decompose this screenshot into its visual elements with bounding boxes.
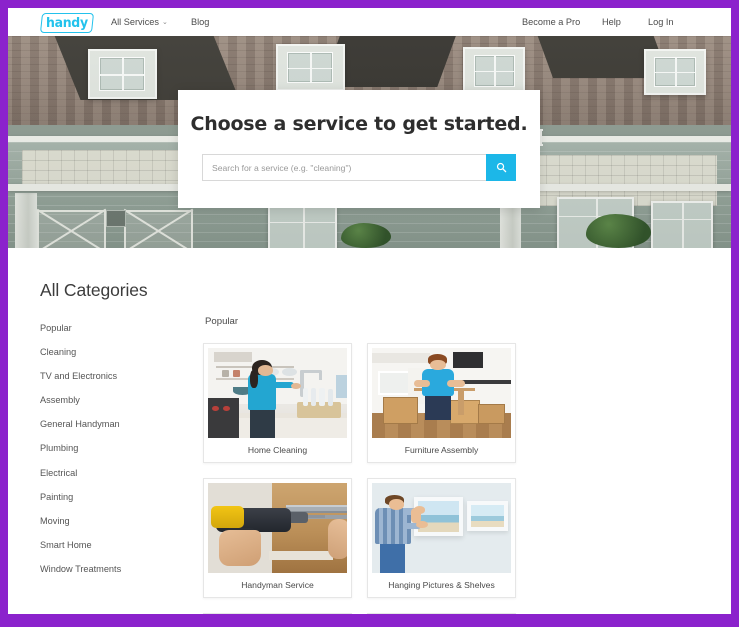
service-card-label: Handyman Service (241, 580, 314, 590)
nav-item-all-services[interactable]: All Services ⌄ (111, 8, 168, 36)
sidebar-item-tv-and-electronics[interactable]: TV and Electronics (40, 364, 190, 388)
hero-title: Choose a service to get started. (190, 113, 528, 135)
service-card-label: Home Cleaning (247, 445, 308, 455)
search-button[interactable] (486, 154, 516, 181)
search-row (202, 154, 516, 181)
sidebar-item-assembly[interactable]: Assembly (40, 388, 190, 412)
sidebar-item-cleaning[interactable]: Cleaning (40, 340, 190, 364)
service-card-hanging-pictures-and-shelves[interactable]: Hanging Pictures & Shelves (367, 478, 516, 598)
chevron-down-icon: ⌄ (162, 19, 168, 26)
all-categories-section: All Categories Popular Cleaning TV and E… (8, 248, 731, 614)
sidebar-item-electrical[interactable]: Electrical (40, 461, 190, 485)
category-sidebar: Popular Cleaning TV and Electronics Asse… (40, 316, 190, 581)
service-card-home-cleaning[interactable]: Home Cleaning (203, 343, 352, 463)
nav-item-blog[interactable]: Blog (191, 8, 209, 36)
handy-logo[interactable]: handy (39, 13, 95, 33)
sidebar-item-popular[interactable]: Popular (40, 316, 190, 340)
sidebar-item-general-handyman[interactable]: General Handyman (40, 412, 190, 436)
logo-text: handy (46, 14, 88, 31)
nav-all-services-label: All Services (111, 17, 159, 27)
service-card-office-cleaning[interactable]: Office Cleaning (203, 613, 352, 614)
page-title: All Categories (40, 280, 148, 300)
service-photo-handyman-service (208, 483, 347, 573)
site-header: handy All Services ⌄ Blog Become a Pro He… (8, 8, 731, 36)
service-card-grid: Home Cleaning Furniture Assembly Handyma… (203, 343, 663, 614)
page-viewport: handy All Services ⌄ Blog Become a Pro He… (8, 8, 731, 614)
sidebar-item-window-treatments[interactable]: Window Treatments (40, 557, 190, 581)
service-card-label: Furniture Assembly (404, 445, 479, 455)
sidebar-item-smart-home[interactable]: Smart Home (40, 533, 190, 557)
nav-item-log-in[interactable]: Log In (648, 8, 674, 36)
search-icon (496, 162, 506, 173)
browser-window-frame: handy All Services ⌄ Blog Become a Pro He… (0, 0, 739, 627)
hero-search-card: Choose a service to get started. (178, 90, 540, 208)
popular-section-heading: Popular (205, 316, 239, 327)
nav-item-help[interactable]: Help (602, 8, 621, 36)
sidebar-item-plumbing[interactable]: Plumbing (40, 436, 190, 460)
sidebar-item-painting[interactable]: Painting (40, 485, 190, 509)
service-photo-home-cleaning (208, 348, 347, 438)
popular-panel: Popular Home Cleaning Furniture Assembly… (203, 316, 703, 614)
service-card-tv-mounting[interactable]: TV Mounting (367, 613, 516, 614)
service-photo-hanging-pictures (372, 483, 511, 573)
service-card-label: Hanging Pictures & Shelves (388, 580, 495, 590)
service-photo-furniture-assembly (372, 348, 511, 438)
nav-item-become-a-pro[interactable]: Become a Pro (522, 8, 580, 36)
service-card-handyman-service[interactable]: Handyman Service (203, 478, 352, 598)
service-card-furniture-assembly[interactable]: Furniture Assembly (367, 343, 516, 463)
search-input[interactable] (202, 154, 486, 181)
sidebar-item-moving[interactable]: Moving (40, 509, 190, 533)
